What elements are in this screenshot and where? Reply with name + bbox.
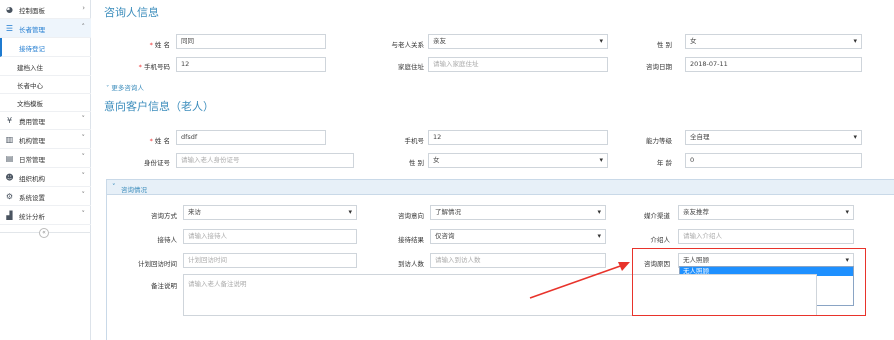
building-icon: ▥ [5, 135, 14, 144]
sidebar-item-fee[interactable]: ¥ 费用管理 ˅ [0, 111, 91, 130]
field-label: 媒介渠道 [644, 212, 670, 220]
dashboard-icon: ◕ [6, 5, 13, 14]
sidebar: ◕ 控制面板 › ☰ 长者管理 ˄ 接待登记 建档入住 长者中心 文档模板 ¥ … [0, 0, 91, 340]
field-label: 备注说明 [151, 282, 177, 290]
reception-result-select[interactable]: 仅咨询 [430, 229, 606, 244]
chevron-right-icon: › [82, 4, 85, 12]
field-label: 计划回访时间 [138, 260, 177, 268]
ability-level-select[interactable]: 全自理 [685, 130, 862, 145]
consultant-gender-select[interactable]: 女 [685, 34, 862, 49]
address-input[interactable]: 请输入家庭住址 [428, 57, 608, 72]
chevron-down-icon: ˅ [112, 183, 116, 191]
consultant-name-input[interactable]: 同同 [176, 34, 326, 49]
media-channel-select[interactable]: 亲友推荐 [678, 205, 854, 220]
field-label: 手机号 [404, 137, 425, 145]
section-title-customer: 意向客户信息（老人） [104, 100, 214, 113]
field-label: * 姓 名 [149, 137, 170, 145]
id-number-input[interactable]: 请输入老人身份证号 [176, 153, 354, 168]
relation-select[interactable]: 亲友 [428, 34, 608, 49]
field-label: 家庭住址 [398, 63, 424, 71]
consult-method-select[interactable]: 来访 [183, 205, 357, 220]
field-label: 接待结果 [398, 236, 424, 244]
consult-intent-select[interactable]: 了解情况 [430, 205, 606, 220]
collapse-sidebar-button[interactable]: « [39, 228, 49, 238]
field-label: 身份证号 [144, 159, 170, 167]
field-label: 介绍人 [650, 236, 671, 244]
receptionist-input[interactable]: 请输入接待人 [183, 229, 357, 244]
highlight-box [632, 248, 866, 316]
revisit-time-input[interactable]: 计划回访时间 [183, 253, 357, 268]
sidebar-subitem-label: 建档入住 [17, 64, 43, 72]
sidebar-item-label: 长者管理 [19, 26, 45, 34]
chevron-down-icon: ˅ [81, 210, 86, 218]
panel-title: 咨询情况 [121, 186, 147, 194]
users-icon: ☻ [5, 173, 14, 182]
sidebar-item-daily[interactable]: ▤ 日常管理 ˅ [0, 149, 91, 168]
list-icon: ☰ [5, 24, 14, 33]
sidebar-item-dashboard[interactable]: ◕ 控制面板 › [0, 0, 91, 19]
yen-icon: ¥ [6, 116, 13, 125]
field-label: * 手机号码 [138, 63, 170, 71]
gear-icon: ⚙ [5, 192, 14, 201]
sidebar-item-label: 统计分析 [19, 213, 45, 221]
chevron-up-icon: ˄ [81, 23, 86, 31]
more-consultants-link[interactable]: ˅ 更多咨询人 [106, 82, 144, 92]
sidebar-item-label: 机构管理 [19, 137, 45, 145]
sidebar-subitem-reception[interactable]: 接待登记 [0, 38, 91, 57]
calendar-icon: ▤ [5, 154, 14, 163]
chart-icon: ▟ [6, 211, 13, 220]
sidebar-subitem-doc-template[interactable]: 文档模板 [0, 93, 91, 112]
sidebar-subitem-checkin[interactable]: 建档入住 [0, 57, 91, 76]
customer-gender-select[interactable]: 女 [428, 153, 608, 168]
sidebar-item-settings[interactable]: ⚙ 系统设置 ˅ [0, 187, 91, 206]
section-title-consultant: 咨询人信息 [104, 6, 159, 19]
field-label: 接待人 [157, 236, 178, 244]
field-label: 与老人关系 [391, 41, 425, 49]
sidebar-item-label: 系统设置 [19, 194, 45, 202]
sidebar-item-label: 费用管理 [19, 118, 45, 126]
sidebar-subitem-label: 接待登记 [19, 45, 45, 53]
field-label: 咨询方式 [151, 212, 177, 220]
sidebar-item-label: 控制面板 [19, 7, 45, 15]
sidebar-item-institution[interactable]: ▥ 机构管理 ˅ [0, 130, 91, 149]
sidebar-subitem-elder-center[interactable]: 长者中心 [0, 75, 91, 94]
chevron-down-icon: ˅ [81, 172, 86, 180]
consultant-phone-input[interactable]: 12 [176, 57, 326, 72]
chevron-down-icon: ˅ [81, 134, 86, 142]
customer-phone-input[interactable]: 12 [428, 130, 608, 145]
field-label: * 姓 名 [149, 41, 170, 49]
sidebar-item-label: 组织机构 [19, 175, 45, 183]
field-label: 年 龄 [656, 159, 672, 167]
introducer-input[interactable]: 请输入介绍人 [678, 229, 854, 244]
age-input[interactable]: 0 [685, 153, 862, 168]
chevron-down-icon: ˅ [81, 191, 86, 199]
chevron-down-icon: ˅ [81, 153, 86, 161]
chevron-down-icon: ˅ [81, 115, 86, 123]
sidebar-item-elder-management[interactable]: ☰ 长者管理 ˄ [0, 19, 91, 38]
field-label: 能力等级 [646, 137, 672, 145]
sidebar-subitem-label: 文档模板 [17, 100, 43, 108]
field-label: 咨询日期 [646, 63, 672, 71]
field-label: 咨询意向 [398, 212, 424, 220]
field-label: 性 别 [656, 41, 672, 49]
consult-date-input[interactable]: 2018-07-11 [685, 57, 862, 72]
customer-name-input[interactable]: dfsdf [176, 130, 326, 145]
sidebar-item-statistics[interactable]: ▟ 统计分析 ˅ [0, 206, 91, 225]
field-label: 性 别 [408, 159, 424, 167]
sidebar-subitem-label: 长者中心 [17, 82, 43, 90]
visitor-count-input[interactable]: 请输入到访人数 [430, 253, 606, 268]
sidebar-item-organization[interactable]: ☻ 组织机构 ˅ [0, 168, 91, 187]
panel-header[interactable]: ˅ 咨询情况 [107, 180, 894, 195]
field-label: 到访人数 [398, 260, 424, 268]
sidebar-item-label: 日常管理 [19, 156, 45, 164]
